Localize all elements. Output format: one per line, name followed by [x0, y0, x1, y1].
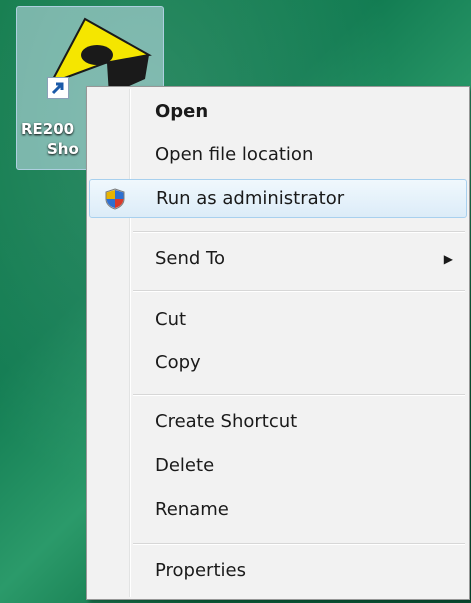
- menu-separator: [133, 290, 465, 292]
- shortcut-arrow-icon: [47, 77, 69, 99]
- menu-item-cut[interactable]: Cut: [89, 301, 467, 340]
- menu-item-label: Open: [155, 101, 209, 122]
- menu-item-label: Delete: [155, 455, 215, 476]
- menu-item-run-as-administrator[interactable]: Run as administrator: [89, 179, 467, 218]
- menu-item-label: Open file location: [155, 144, 314, 165]
- menu-item-label: Properties: [155, 560, 246, 581]
- menu-item-open[interactable]: Open: [89, 93, 467, 132]
- menu-item-create-shortcut[interactable]: Create Shortcut: [89, 403, 467, 442]
- context-menu: Open Open file location Run as administr…: [86, 86, 470, 600]
- menu-item-open-file-location[interactable]: Open file location: [89, 136, 467, 175]
- menu-item-delete[interactable]: Delete: [89, 447, 467, 486]
- desktop-icon-label: RE200 Sho: [21, 119, 79, 159]
- desktop-icon-label-line2: Sho: [47, 140, 79, 158]
- menu-item-label: Run as administrator: [156, 188, 345, 209]
- menu-separator: [133, 543, 465, 545]
- menu-item-label: Send To: [155, 248, 226, 269]
- menu-separator: [133, 394, 465, 396]
- menu-item-label: Copy: [155, 352, 201, 373]
- menu-item-copy[interactable]: Copy: [89, 344, 467, 383]
- menu-item-properties[interactable]: Properties: [89, 552, 467, 591]
- menu-item-label: Create Shortcut: [155, 411, 298, 432]
- menu-item-label: Rename: [155, 499, 229, 520]
- submenu-arrow-icon: ▶: [443, 252, 453, 266]
- desktop-icon-label-line1: RE200: [21, 120, 75, 138]
- menu-item-send-to[interactable]: Send To ▶: [89, 240, 467, 279]
- menu-item-rename[interactable]: Rename: [89, 491, 467, 530]
- uac-shield-icon: [105, 188, 125, 210]
- menu-item-label: Cut: [155, 309, 187, 330]
- menu-separator: [133, 231, 465, 233]
